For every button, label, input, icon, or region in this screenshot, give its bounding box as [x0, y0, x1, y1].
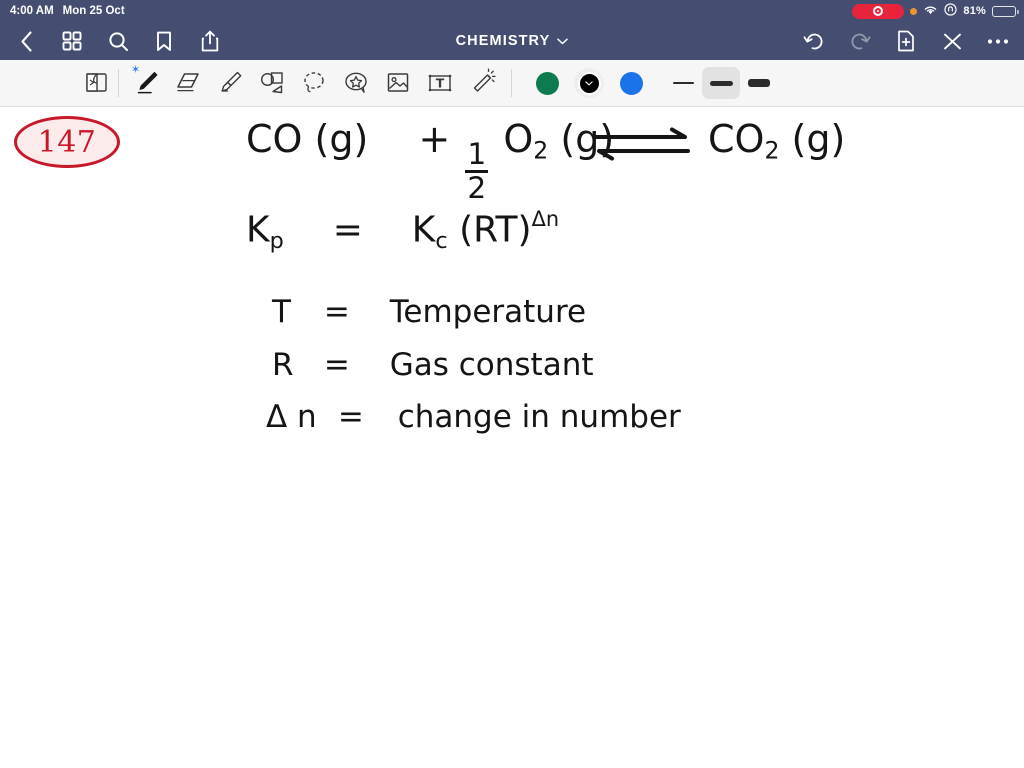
- page-number-badge: 147: [14, 116, 120, 168]
- navigation-bar: CHEMISTRY: [0, 22, 1024, 60]
- note-canvas[interactable]: 147 CO (g) + 1 2 O2 (g) CO2 (g) Kp = Kc …: [0, 107, 1024, 768]
- status-date: Mon 25 Oct: [62, 5, 125, 17]
- thick-line-glyph: [748, 79, 770, 87]
- definition-row-gas-constant: R = Gas constant: [272, 347, 594, 383]
- search-button[interactable]: [106, 29, 130, 53]
- bluetooth-icon: ✶: [131, 64, 141, 76]
- document-title-label: CHEMISTRY: [455, 33, 551, 49]
- close-icon[interactable]: [940, 29, 964, 53]
- kp-rhs-term: (RT): [459, 209, 532, 251]
- svg-text:T: T: [436, 76, 445, 91]
- equation-plus-sign: +: [418, 117, 451, 161]
- thumbnails-button[interactable]: [60, 29, 84, 53]
- definition-meaning-t: Temperature: [389, 294, 587, 330]
- equation-coefficient-half: 1 2: [465, 136, 489, 205]
- highlighter-tool[interactable]: [209, 62, 251, 104]
- thin-line-glyph: [672, 82, 694, 84]
- equation-reactant-1: CO (g): [246, 117, 369, 161]
- text-box-tool[interactable]: T: [419, 62, 461, 104]
- status-time: 4:00 AM: [10, 5, 54, 17]
- orange-dot-icon: [910, 7, 918, 15]
- stroke-width-medium[interactable]: [702, 67, 740, 99]
- battery-percent: 81%: [963, 5, 986, 17]
- equilibrium-arrow-icon: [592, 125, 692, 165]
- status-bar-right: 81%: [852, 3, 1019, 19]
- equation-product-subscript: 2: [764, 136, 780, 165]
- kp-lhs-subscript: p: [269, 227, 284, 254]
- equation-reactant-2-subscript: 2: [533, 136, 549, 165]
- definition-meaning-delta-n: change in number: [397, 399, 681, 435]
- nav-right-group: [802, 29, 1010, 53]
- add-page-button[interactable]: [894, 29, 918, 53]
- equation-product-state: (g): [791, 117, 846, 161]
- kp-rhs: K: [411, 209, 436, 251]
- page-flip-tool[interactable]: [76, 62, 118, 104]
- kp-equals: =: [332, 209, 363, 251]
- definition-equals-t: =: [323, 294, 350, 330]
- black-color-circle: [577, 71, 601, 95]
- kp-lhs: K: [246, 209, 270, 251]
- status-bar: 4:00 AM Mon 25 Oct 81%: [0, 0, 1024, 22]
- sticker-star-tool[interactable]: [335, 62, 377, 104]
- definition-equals-r: =: [323, 347, 350, 383]
- definition-symbol-t: T: [272, 294, 291, 330]
- equation-product-formula: CO: [708, 117, 765, 161]
- medium-line-glyph: [709, 80, 733, 86]
- kp-rhs-subscript: c: [435, 227, 448, 254]
- status-bar-left: 4:00 AM Mon 25 Oct: [10, 5, 125, 17]
- screen-record-icon[interactable]: [852, 3, 905, 19]
- tool-bar: ✶ T: [0, 60, 1024, 107]
- pen-tool[interactable]: ✶: [125, 62, 167, 104]
- chevron-down-icon: [585, 80, 593, 85]
- chevron-down-icon: [557, 33, 569, 49]
- eraser-tool[interactable]: [167, 62, 209, 104]
- bookmark-button[interactable]: [152, 29, 176, 53]
- stroke-width-thick[interactable]: [740, 67, 778, 99]
- color-swatch-black[interactable]: [568, 62, 610, 104]
- magic-wand-tool[interactable]: [461, 62, 503, 104]
- undo-button[interactable]: [802, 29, 826, 53]
- green-color-circle: [535, 71, 559, 95]
- color-swatch-blue[interactable]: [610, 62, 652, 104]
- back-button[interactable]: [14, 29, 38, 53]
- toolbar-divider-1: [118, 69, 119, 97]
- definition-symbol-r: R: [272, 347, 294, 383]
- control-center-icon[interactable]: [944, 3, 958, 19]
- shapes-tool[interactable]: [251, 62, 293, 104]
- page-number-label: 147: [37, 124, 97, 160]
- definition-symbol-delta-n: Δ n: [266, 399, 317, 435]
- equation-reactant-2-formula: O: [503, 117, 534, 161]
- color-swatch-green[interactable]: [526, 62, 568, 104]
- battery-icon: [992, 5, 1019, 17]
- definition-meaning-r: Gas constant: [389, 347, 594, 383]
- handwritten-product: CO2 (g): [708, 117, 845, 165]
- nav-left-group: [14, 29, 222, 53]
- lasso-tool[interactable]: [293, 62, 335, 104]
- kp-exponent: Δn: [531, 207, 560, 231]
- blue-color-circle: [619, 71, 643, 95]
- handwritten-equation: CO (g) + 1 2 O2 (g): [246, 117, 614, 203]
- definition-row-delta-n: Δ n = change in number: [266, 399, 681, 435]
- black-color-selected-ring: [574, 68, 604, 98]
- image-tool[interactable]: [377, 62, 419, 104]
- definition-row-temperature: T = Temperature: [272, 294, 586, 330]
- more-button[interactable]: [986, 29, 1010, 53]
- toolbar-divider-2: [511, 69, 512, 97]
- document-title-button[interactable]: CHEMISTRY: [456, 33, 569, 49]
- handwritten-kp-formula: Kp = Kc (RT)Δn: [246, 207, 559, 254]
- notability-app-window: 4:00 AM Mon 25 Oct 81% CHEMISTRY ✶ T 147…: [0, 0, 1024, 768]
- definition-equals-delta-n: =: [337, 399, 364, 435]
- share-button[interactable]: [198, 29, 222, 53]
- stroke-width-thin[interactable]: [664, 67, 702, 99]
- record-ring: [873, 6, 884, 16]
- wifi-icon: [923, 4, 938, 19]
- redo-button[interactable]: [848, 29, 872, 53]
